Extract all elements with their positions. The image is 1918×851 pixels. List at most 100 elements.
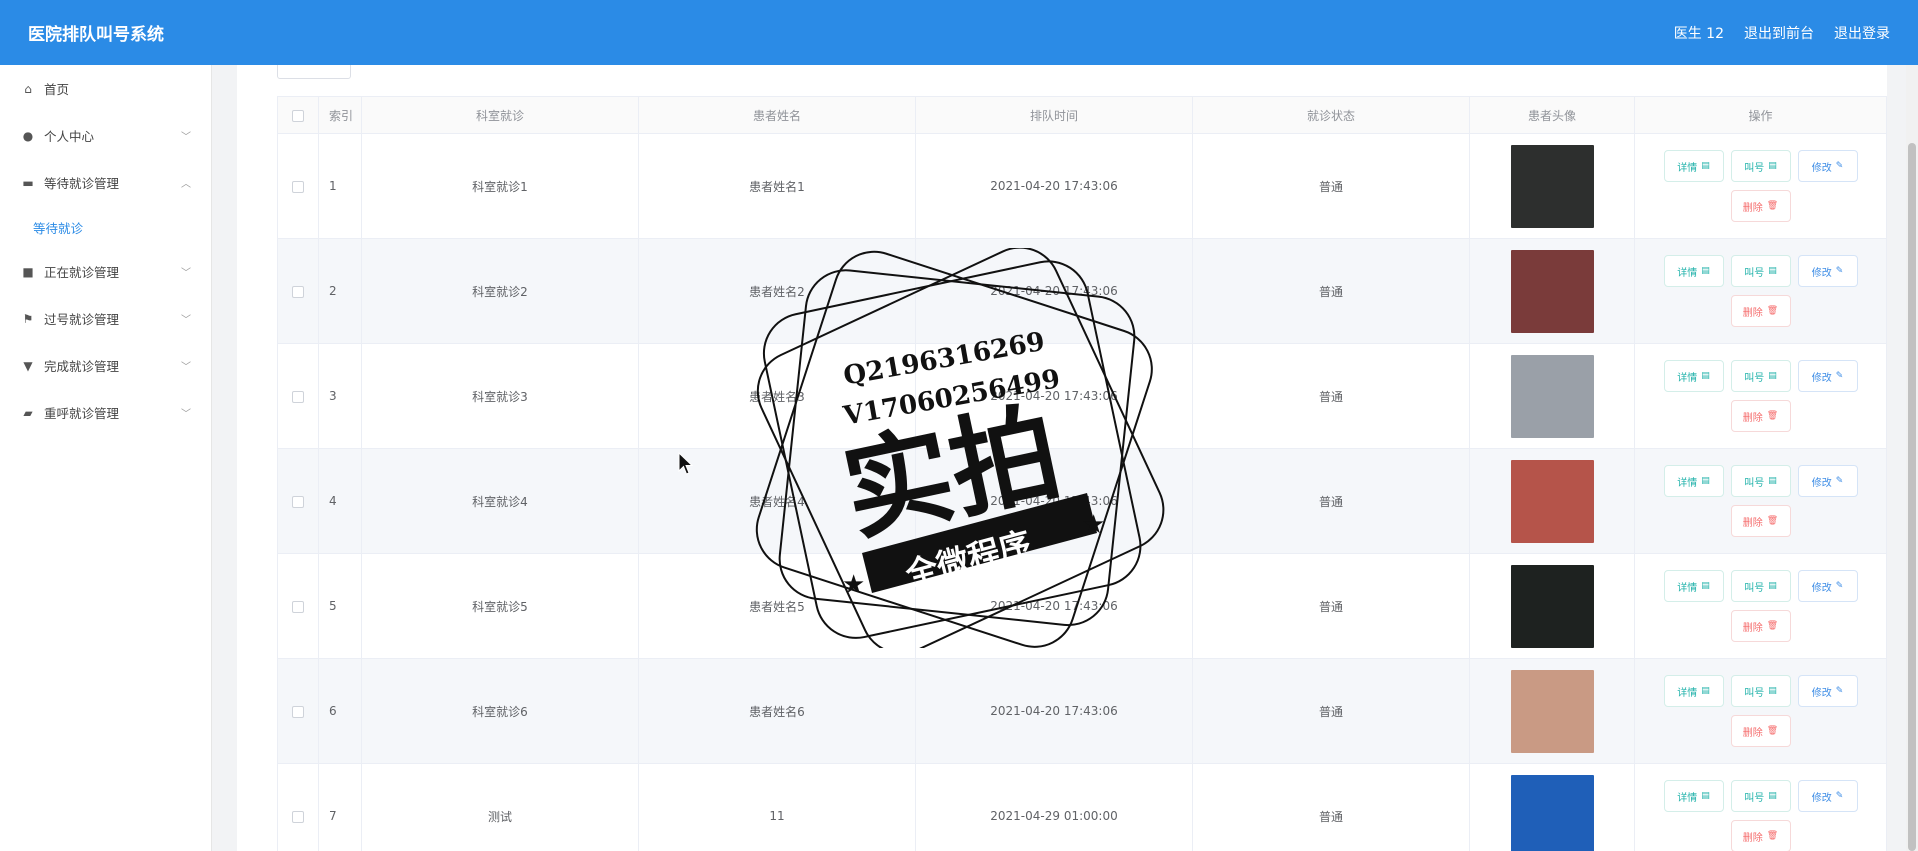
detail-button[interactable]: 详情 ▤	[1663, 360, 1724, 392]
delete-button[interactable]: 删除 🗑	[1730, 400, 1791, 432]
edit-button[interactable]: 修改 ✎	[1797, 360, 1858, 392]
sidebar-item-missed-management[interactable]: ⚑ 过号就诊管理 ﹀	[0, 295, 211, 342]
current-user-link[interactable]: 医生 12	[1674, 23, 1724, 43]
pencil-icon: ✎	[1835, 476, 1844, 486]
patient-avatar	[1510, 564, 1594, 648]
row-checkbox[interactable]	[292, 810, 304, 823]
sidebar-item-waiting-management[interactable]: ▬ 等待就诊管理 ︿	[0, 159, 211, 206]
document-icon: ▤	[1768, 476, 1777, 486]
row-checkbox[interactable]	[292, 600, 304, 613]
edit-button[interactable]: 修改 ✎	[1797, 780, 1858, 812]
row-index: 1	[318, 133, 362, 239]
row-status: 普通	[1192, 553, 1470, 659]
row-index: 6	[318, 658, 362, 764]
edit-button[interactable]: 修改 ✎	[1797, 675, 1858, 707]
edit-button[interactable]: 修改 ✎	[1797, 570, 1858, 602]
delete-button[interactable]: 删除 🗑	[1730, 190, 1791, 222]
edit-button[interactable]: 修改 ✎	[1797, 150, 1858, 182]
row-status: 普通	[1192, 343, 1470, 449]
row-queue-time: 2021-04-20 17:43:06	[915, 238, 1193, 344]
sidebar-item-label: 等待就诊管理	[44, 176, 120, 191]
chevron-down-icon: ﹀	[181, 362, 191, 373]
detail-button[interactable]: 详情 ▤	[1663, 570, 1724, 602]
exit-to-front-link[interactable]: 退出到前台	[1744, 23, 1814, 43]
row-checkbox[interactable]	[292, 180, 304, 193]
row-dept: 科室就诊1	[361, 133, 639, 239]
delete-button[interactable]: 删除 🗑	[1730, 505, 1791, 537]
row-actions-cell: 详情 ▤ 叫号 ▤ 修改 ✎ 删除 🗑	[1634, 343, 1887, 449]
row-queue-time: 2021-04-29 01:00:00	[915, 763, 1193, 851]
delete-button[interactable]: 删除 🗑	[1730, 295, 1791, 327]
document-icon: ▤	[1701, 266, 1710, 276]
detail-button[interactable]: 详情 ▤	[1663, 255, 1724, 287]
row-patient-name: 11	[638, 763, 916, 851]
row-checkbox[interactable]	[292, 495, 304, 508]
row-index: 4	[318, 448, 362, 554]
document-icon: ▤	[1701, 686, 1710, 696]
sidebar-item-label: 完成就诊管理	[44, 359, 120, 374]
sidebar-item-home[interactable]: ⌂ 首页	[0, 65, 211, 112]
table-panel: 索引 科室就诊 患者姓名 排队时间 就诊状态 患者头像 操作 1 科室就诊1 患…	[237, 65, 1887, 851]
delete-button[interactable]: 删除 🗑	[1730, 610, 1791, 642]
row-checkbox[interactable]	[292, 390, 304, 403]
column-header-status: 就诊状态	[1192, 96, 1470, 134]
edit-button[interactable]: 修改 ✎	[1797, 255, 1858, 287]
call-button[interactable]: 叫号 ▤	[1730, 360, 1791, 392]
patient-avatar	[1510, 144, 1594, 228]
document-icon: ▤	[1768, 266, 1777, 276]
document-icon: ▤	[1701, 161, 1710, 171]
pencil-icon: ✎	[1835, 371, 1844, 381]
scrollbar-thumb[interactable]	[1908, 143, 1916, 851]
row-select-cell[interactable]	[277, 448, 319, 554]
select-all-cell[interactable]	[277, 96, 319, 134]
table-row: 6 科室就诊6 患者姓名6 2021-04-20 17:43:06 普通 详情 ▤…	[277, 658, 1887, 764]
sidebar-item-personal-center[interactable]: ● 个人中心 ﹀	[0, 112, 211, 159]
sidebar-item-label: 过号就诊管理	[44, 312, 120, 327]
call-button[interactable]: 叫号 ▤	[1730, 675, 1791, 707]
detail-button[interactable]: 详情 ▤	[1663, 465, 1724, 497]
trash-icon: 🗑	[1766, 621, 1779, 631]
row-select-cell[interactable]	[277, 658, 319, 764]
call-button[interactable]: 叫号 ▤	[1730, 780, 1791, 812]
delete-button[interactable]: 删除 🗑	[1730, 820, 1791, 851]
patient-avatar	[1510, 459, 1594, 543]
document-icon: ▤	[1701, 581, 1710, 591]
delete-button[interactable]: 删除 🗑	[1730, 715, 1791, 747]
sidebar-subitem-waiting[interactable]: 等待就诊	[0, 206, 211, 248]
select-all-checkbox[interactable]	[292, 109, 304, 122]
row-select-cell[interactable]	[277, 133, 319, 239]
call-button[interactable]: 叫号 ▤	[1730, 465, 1791, 497]
toolbar-button[interactable]	[277, 65, 351, 79]
trash-icon: 🗑	[1766, 411, 1779, 421]
row-checkbox[interactable]	[292, 285, 304, 298]
call-button[interactable]: 叫号 ▤	[1730, 255, 1791, 287]
waiting-table: 索引 科室就诊 患者姓名 排队时间 就诊状态 患者头像 操作 1 科室就诊1 患…	[277, 96, 1887, 851]
row-checkbox[interactable]	[292, 705, 304, 718]
call-button[interactable]: 叫号 ▤	[1730, 570, 1791, 602]
row-patient-name: 患者姓名2	[638, 238, 916, 344]
sidebar-item-completed-management[interactable]: ▼ 完成就诊管理 ﹀	[0, 342, 211, 389]
row-index: 5	[318, 553, 362, 659]
sidebar-item-recall-management[interactable]: ▰ 重呼就诊管理 ﹀	[0, 389, 211, 436]
row-dept: 科室就诊2	[361, 238, 639, 344]
sidebar-item-label: 重呼就诊管理	[44, 406, 120, 421]
logout-link[interactable]: 退出登录	[1834, 23, 1890, 43]
detail-button[interactable]: 详情 ▤	[1663, 675, 1724, 707]
row-select-cell[interactable]	[277, 553, 319, 659]
page-scrollbar[interactable]	[1906, 65, 1918, 851]
document-icon: ▤	[1768, 791, 1777, 801]
row-select-cell[interactable]	[277, 238, 319, 344]
row-avatar-cell	[1469, 448, 1635, 554]
edit-button[interactable]: 修改 ✎	[1797, 465, 1858, 497]
row-actions-cell: 详情 ▤ 叫号 ▤ 修改 ✎ 删除 🗑	[1634, 448, 1887, 554]
sidebar-item-in-progress-management[interactable]: ■ 正在就诊管理 ﹀	[0, 248, 211, 295]
row-select-cell[interactable]	[277, 343, 319, 449]
detail-button[interactable]: 详情 ▤	[1663, 150, 1724, 182]
row-select-cell[interactable]	[277, 763, 319, 851]
chevron-down-icon: ﹀	[181, 409, 191, 420]
row-avatar-cell	[1469, 658, 1635, 764]
call-button[interactable]: 叫号 ▤	[1730, 150, 1791, 182]
chevron-down-icon: ﹀	[181, 268, 191, 279]
row-queue-time: 2021-04-20 17:43:06	[915, 133, 1193, 239]
detail-button[interactable]: 详情 ▤	[1663, 780, 1724, 812]
